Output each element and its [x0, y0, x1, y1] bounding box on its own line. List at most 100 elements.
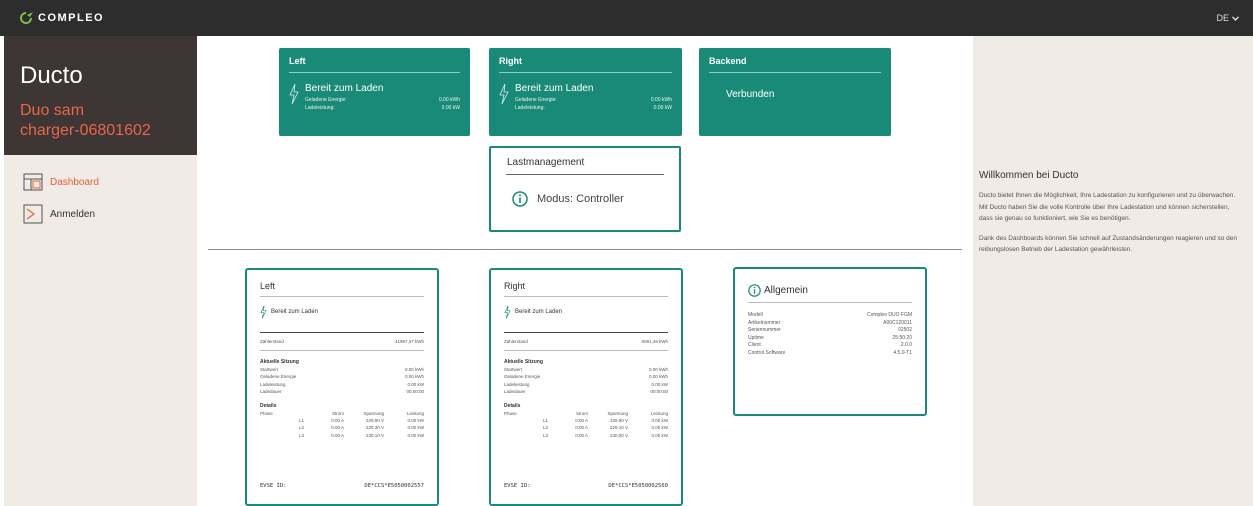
connector-tile-right[interactable]: Right Bereit zum Laden Geladene Energie:…	[489, 48, 682, 136]
details-header: Phase	[260, 411, 273, 417]
details-cell: 0.00 A	[331, 432, 344, 438]
card-title: Allgemein	[764, 285, 808, 296]
load-mode-text: Modus: Controller	[537, 193, 624, 205]
lightning-icon	[499, 83, 509, 105]
details-cell: L1	[542, 418, 548, 424]
session-value: 00:00:00	[406, 388, 424, 394]
session-value: 0.00 kWh	[404, 374, 424, 380]
energy-label: Geladene Energie:	[515, 97, 557, 103]
details-cell: 230,10 V	[365, 432, 384, 438]
session-value: 0.00 kW	[651, 381, 668, 387]
backend-tile[interactable]: Backend Verbunden	[699, 48, 891, 136]
general-info-card[interactable]: Allgemein Modell Compleo DUO FGM Artikeln…	[733, 267, 927, 416]
details-cell: 0.00 A	[331, 418, 344, 424]
device-name-line2: charger-06801602	[20, 122, 151, 139]
details-cell: 0.00 A	[575, 425, 588, 431]
top-bar: COMPLEO DE	[0, 0, 1253, 36]
info-label: Control Software	[748, 349, 786, 356]
evse-value: DE*CCS*E5050002560	[608, 483, 668, 489]
session-value: 00:00:00	[650, 388, 668, 394]
info-icon	[512, 191, 528, 207]
sidebar-item-login[interactable]: Anmelden	[22, 204, 197, 224]
session-value: 0.00 kWh	[404, 367, 424, 373]
session-title: Aktuelle Sitzung	[260, 359, 299, 366]
energy-value: 0.00 kWh	[438, 97, 460, 103]
details-cell: L3	[542, 432, 548, 438]
app-title: Ducto	[20, 62, 83, 89]
details-cell: 0.00 kW	[651, 432, 668, 438]
main-content: Left Bereit zum Laden Geladene Energie: 0…	[197, 36, 973, 506]
tile-status: Bereit zum Laden	[515, 83, 594, 94]
power-value: 0.00 kW	[441, 105, 460, 111]
session-value: 0.00 kW	[407, 381, 424, 387]
details-header: Spannung	[363, 411, 384, 417]
dashboard-icon	[22, 172, 44, 192]
connector-card-right[interactable]: Right Bereit zum Laden Zählerstand 5081,4…	[489, 268, 683, 506]
evse-id: EVSE ID: DE*CCS*E5050002560	[504, 483, 668, 489]
load-management-panel[interactable]: Lastmanagement Modus: Controller	[489, 146, 681, 232]
power-label: Ladeleistung:	[515, 105, 545, 111]
details-cell: 229,90 V	[365, 418, 384, 424]
details-cell: 0.00 kW	[651, 425, 668, 431]
details-header: Phase	[504, 411, 517, 417]
counter-value: 41997,37 kWh	[394, 339, 424, 344]
details-cell: L2	[542, 425, 548, 431]
connector-tile-left[interactable]: Left Bereit zum Laden Geladene Energie: 0…	[279, 48, 470, 136]
sidebar-item-dashboard[interactable]: Dashboard	[22, 172, 197, 192]
tile-title: Left	[289, 56, 306, 66]
details-header: Strom	[575, 411, 588, 417]
details-header: Strom	[331, 411, 344, 417]
info-value: 02502	[898, 327, 912, 334]
session-label: Startwert	[504, 367, 523, 373]
card-divider	[260, 350, 424, 352]
session-title: Aktuelle Sitzung	[504, 359, 543, 366]
info-label: Modell	[748, 312, 763, 318]
details-cell: L2	[298, 425, 304, 431]
device-name-line1: Duo sam	[20, 102, 85, 119]
connector-card-left[interactable]: Left Bereit zum Laden Zählerstand 41997,3…	[245, 268, 439, 506]
details-cell: 0.00 A	[575, 418, 588, 424]
counter-label: Zählerstand	[504, 339, 528, 344]
details-cell: 229,30 V	[365, 425, 384, 431]
details-header: Spannung	[607, 411, 628, 417]
panel-title: Lastmanagement	[507, 157, 585, 168]
info-value: 2.0.0	[900, 342, 912, 349]
lightning-icon	[260, 305, 267, 319]
info-value: 4.5.0-T1	[893, 349, 912, 356]
card-title: Left	[260, 281, 276, 291]
energy-value: 0.00 kWh	[650, 97, 672, 103]
language-selector[interactable]: DE	[1216, 13, 1239, 23]
brand-name: COMPLEO	[38, 12, 105, 24]
details-title: Details	[260, 403, 277, 410]
info-label: Uptime	[748, 334, 764, 341]
details-cell: L1	[298, 418, 304, 424]
brand-logo[interactable]: COMPLEO	[18, 11, 104, 25]
session-label: Ladeleistung	[504, 381, 530, 387]
counter-value: 5081,49 kWh	[641, 339, 668, 344]
card-title: Right	[504, 281, 526, 291]
details-cell: 229,10 V	[609, 425, 628, 431]
plug-logo-icon	[20, 12, 33, 24]
details-cell: 229,90 V	[609, 418, 628, 424]
sidebar-nav: Dashboard Anmelden	[4, 155, 197, 224]
tile-status: Bereit zum Laden	[305, 83, 384, 94]
welcome-title: Willkommen bei Ducto	[979, 170, 1079, 181]
evse-id: EVSE ID: DE*CCS*E5050002557	[260, 483, 424, 489]
power-value: 0.00 kW	[653, 105, 672, 111]
section-divider	[208, 249, 962, 250]
details-header: Leistung	[406, 411, 424, 417]
tile-title: Backend	[709, 56, 747, 66]
counter-label: Zählerstand	[260, 339, 284, 344]
details-cell: 0.00 A	[575, 432, 588, 438]
sidebar-item-label: Anmelden	[50, 208, 96, 220]
details-cell: 0.00 kW	[407, 425, 424, 431]
chevron-down-icon	[1232, 15, 1239, 21]
details-cell: 0.00 kW	[651, 418, 668, 424]
sidebar: Ducto Duo sam charger-06801602 Dashboard…	[4, 36, 197, 506]
tile-title: Right	[499, 56, 522, 66]
login-icon	[22, 204, 44, 224]
card-status: Bereit zum Laden	[515, 309, 563, 315]
details-cell: 230,00 V	[609, 432, 628, 438]
details-cell: 0.00 A	[331, 425, 344, 431]
lightning-icon	[289, 83, 299, 105]
